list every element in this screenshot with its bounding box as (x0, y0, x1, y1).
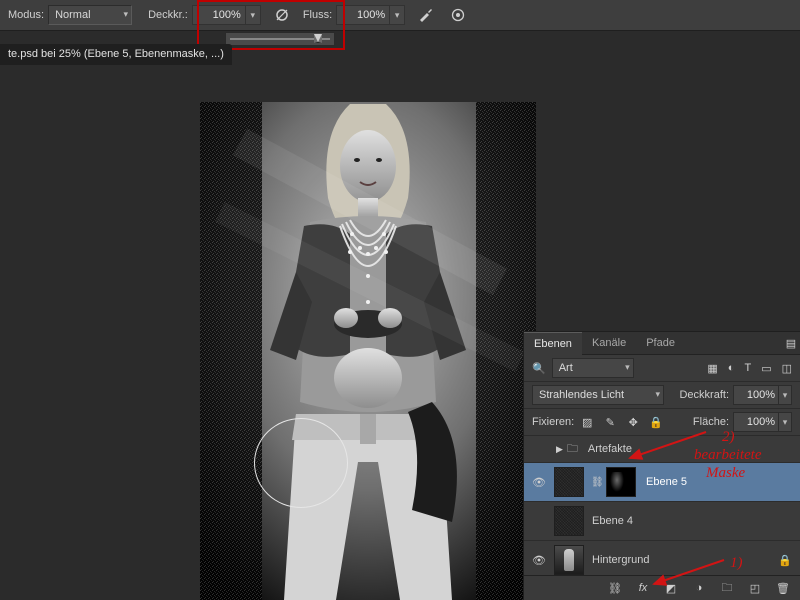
delete-layer-icon[interactable]: 🗑 (776, 582, 790, 595)
add-mask-icon[interactable]: ◩ (664, 582, 678, 595)
panel-tabs: Ebenen Kanäle Pfade ▤ (524, 332, 800, 355)
filter-search-icon[interactable]: 🔍 (532, 362, 546, 375)
layers-panel: Ebenen Kanäle Pfade ▤ 🔍 Art ▦ ◐ T ▭ ◫ St… (523, 331, 800, 600)
opacity-slider-popup[interactable] (225, 32, 335, 46)
blend-mode-select-panel[interactable]: Strahlendes Licht (532, 385, 664, 405)
filter-adjust-icon[interactable]: ◐ (728, 362, 735, 375)
flow-dropdown[interactable] (390, 5, 405, 25)
flaeche-dropdown[interactable] (779, 412, 792, 432)
lock-transparent-icon[interactable]: ▨ (580, 416, 594, 429)
new-layer-icon[interactable]: ◰ (748, 582, 762, 595)
canvas[interactable] (200, 102, 536, 600)
opacity-dropdown[interactable] (246, 5, 261, 25)
airbrush-icon[interactable] (415, 4, 437, 26)
layer-row-ebene4[interactable]: Ebene 4 (524, 502, 800, 541)
fixieren-label: Fixieren: (532, 416, 574, 428)
opacity-input[interactable]: 100% (192, 5, 246, 25)
tab-pfade[interactable]: Pfade (636, 332, 685, 354)
filter-type-select[interactable]: Art (552, 358, 634, 378)
layer-row-ebene5[interactable]: 👁 ⛓ Ebene 5 (524, 463, 800, 502)
deckkraft-dropdown[interactable] (779, 385, 792, 405)
folder-icon: 🗀 (567, 440, 578, 459)
layer-fx-icon[interactable]: fx (636, 582, 650, 594)
layer-name[interactable]: Hintergrund (592, 554, 649, 566)
layer-thumb[interactable] (554, 545, 584, 575)
layer-list: ▶ 🗀 Artefakte 👁 ⛓ Ebene 5 Ebene 4 👁 Hint… (524, 436, 800, 575)
layer-lock-icon[interactable]: 🔒 (778, 554, 792, 567)
flaeche-input[interactable]: 100% (733, 412, 779, 432)
slider-thumb[interactable] (314, 34, 322, 43)
tab-kanaele[interactable]: Kanäle (582, 332, 636, 354)
lock-fill-row: Fixieren: ▨ ✎ ✥ 🔒 Fläche: 100% (524, 409, 800, 436)
visibility-icon[interactable]: 👁 (532, 554, 546, 567)
flaeche-label: Fläche: (693, 416, 729, 428)
fluss-label: Fluss: (303, 9, 332, 21)
filter-smart-icon[interactable]: ◫ (782, 362, 792, 375)
deckkraft-input[interactable]: 100% (733, 385, 779, 405)
flow-input[interactable]: 100% (336, 5, 390, 25)
pressure-size-icon[interactable] (447, 4, 469, 26)
layer-group-artefakte[interactable]: ▶ 🗀 Artefakte (524, 436, 800, 463)
new-group-icon[interactable]: 🗀 (720, 579, 734, 598)
visibility-icon[interactable]: 👁 (532, 476, 546, 489)
layer-name[interactable]: Ebene 4 (592, 515, 633, 527)
tab-ebenen[interactable]: Ebenen (524, 332, 582, 355)
filter-shape-icon[interactable]: ▭ (761, 362, 771, 375)
layer-thumb[interactable] (554, 467, 584, 497)
options-bar: Modus: Normal Deckkr.: 100% Fluss: 100% (0, 0, 800, 31)
group-disclosure-icon[interactable]: ▶ (556, 444, 563, 455)
document-title: te.psd bei 25% (Ebene 5, Ebenenmaske, ..… (8, 48, 224, 60)
panel-menu-icon[interactable]: ▤ (782, 337, 800, 350)
new-adjustment-icon[interactable]: ◑ (692, 582, 706, 594)
filter-type-icon[interactable]: T (744, 362, 751, 375)
mask-link-icon[interactable]: ⛓ (591, 477, 603, 488)
blend-mode-select[interactable]: Normal (48, 5, 132, 25)
layers-panel-footer: ⛓ fx ◩ ◑ 🗀 ◰ 🗑 (524, 575, 800, 600)
layer-thumb[interactable] (554, 506, 584, 536)
lock-all-icon[interactable]: 🔒 (649, 416, 663, 429)
deckkr-label: Deckkr.: (148, 9, 188, 21)
link-layers-icon[interactable]: ⛓ (608, 582, 622, 595)
layer-mask-thumb[interactable] (606, 467, 636, 497)
document-image (200, 102, 536, 600)
blend-mode-value: Normal (55, 9, 90, 21)
layer-name[interactable]: Ebene 5 (646, 476, 687, 488)
pressure-opacity-icon[interactable] (271, 4, 293, 26)
layer-row-hintergrund[interactable]: 👁 Hintergrund 🔒 (524, 541, 800, 575)
lock-position-icon[interactable]: ✥ (626, 416, 640, 429)
blend-opacity-row: Strahlendes Licht Deckkraft: 100% (524, 382, 800, 409)
document-tab[interactable]: te.psd bei 25% (Ebene 5, Ebenenmaske, ..… (0, 44, 232, 65)
modus-label: Modus: (8, 9, 44, 21)
lock-pixels-icon[interactable]: ✎ (603, 416, 617, 429)
layer-filter-row: 🔍 Art ▦ ◐ T ▭ ◫ (524, 355, 800, 382)
deckkraft-label: Deckkraft: (679, 389, 729, 401)
group-name: Artefakte (588, 443, 632, 455)
filter-pixel-icon[interactable]: ▦ (707, 362, 717, 375)
filter-icons: ▦ ◐ T ▭ ◫ (707, 362, 792, 375)
